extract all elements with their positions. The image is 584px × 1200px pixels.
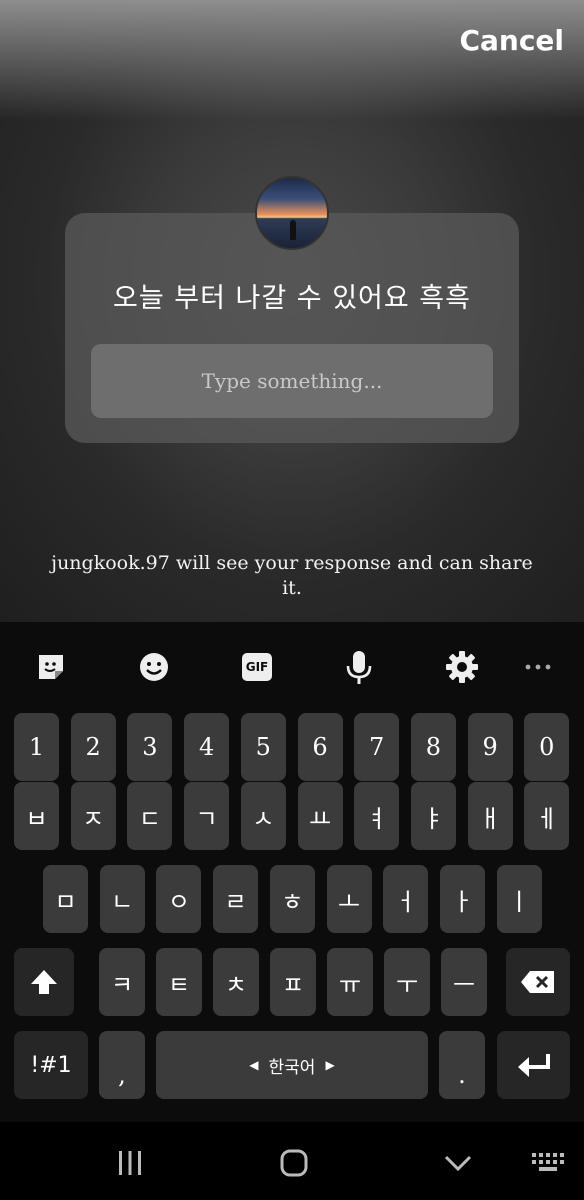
sticker-icon[interactable]	[30, 646, 72, 688]
number-key-7[interactable]: 8	[410, 713, 456, 781]
consonant-row3-key-5[interactable]: ㅜ	[384, 948, 430, 1016]
consonant-row1-key-9[interactable]: ㅔ	[524, 782, 570, 850]
enter-icon	[517, 1054, 550, 1077]
response-input[interactable]	[91, 344, 493, 418]
home-icon[interactable]	[274, 1143, 314, 1183]
consonant-row3-key-2[interactable]: ㅊ	[213, 948, 259, 1016]
backspace-icon	[521, 971, 554, 993]
consonant-row3-key-1[interactable]: ㅌ	[156, 948, 202, 1016]
gif-icon[interactable]: GIF	[236, 646, 278, 688]
consonant-row2-key-5[interactable]: ㅗ	[326, 865, 372, 933]
consonant-row1-key-6[interactable]: ㅕ	[354, 782, 400, 850]
settings-icon[interactable]	[441, 646, 483, 688]
consonant-row1-key-2[interactable]: ㄷ	[127, 782, 173, 850]
number-key-0[interactable]: 1	[14, 713, 59, 781]
number-key-3[interactable]: 4	[184, 713, 230, 781]
number-key-5[interactable]: 6	[297, 713, 343, 781]
number-key-1[interactable]: 2	[70, 713, 116, 781]
keyboard-toggle-icon[interactable]	[528, 1143, 568, 1183]
consonant-row2-key-7[interactable]: ㅏ	[439, 865, 485, 933]
shift-key[interactable]	[14, 948, 74, 1016]
number-key-4[interactable]: 5	[240, 713, 286, 781]
period-key[interactable]: .	[439, 1031, 485, 1099]
consonant-row3-key-0[interactable]: ㅋ	[99, 948, 145, 1016]
consonant-row3-key-3[interactable]: ㅍ	[270, 948, 316, 1016]
consonant-row2-key-8[interactable]: ㅣ	[496, 865, 542, 933]
avatar	[255, 176, 329, 250]
more-icon[interactable]	[517, 646, 559, 688]
cancel-button[interactable]: Cancel	[459, 24, 564, 57]
gif-label: GIF	[242, 653, 272, 681]
comma-key[interactable]: ,	[99, 1031, 145, 1099]
consonant-row2-key-0[interactable]: ㅁ	[43, 865, 88, 933]
microphone-icon[interactable]	[338, 646, 380, 688]
consonant-row2-key-2[interactable]: ㅇ	[156, 865, 202, 933]
consonant-row1-key-7[interactable]: ㅑ	[410, 782, 456, 850]
number-key-2[interactable]: 3	[127, 713, 173, 781]
consonant-row1-key-5[interactable]: ㅛ	[297, 782, 343, 850]
consonant-row2-key-3[interactable]: ㄹ	[213, 865, 259, 933]
number-key-6[interactable]: 7	[354, 713, 400, 781]
consonant-row1-key-4[interactable]: ㅅ	[240, 782, 286, 850]
consonant-row1-key-8[interactable]: ㅐ	[467, 782, 513, 850]
recent-apps-icon[interactable]	[112, 1143, 148, 1183]
number-key-8[interactable]: 9	[467, 713, 513, 781]
space-key[interactable]: ◀ 한국어 ▶	[156, 1031, 428, 1099]
consonant-row1-key-1[interactable]: ㅈ	[70, 782, 116, 850]
backspace-key[interactable]	[506, 948, 570, 1016]
consonant-row1-key-0[interactable]: ㅂ	[14, 782, 59, 850]
number-key-9[interactable]: 0	[524, 713, 570, 781]
shift-icon	[31, 970, 57, 994]
question-text: 오늘 부터 나갈 수 있어요 흑흑	[113, 283, 471, 314]
emoji-icon[interactable]	[133, 646, 175, 688]
consonant-row1-key-3[interactable]: ㄱ	[184, 782, 230, 850]
enter-key[interactable]	[497, 1031, 570, 1099]
consonant-row2-key-1[interactable]: ㄴ	[99, 865, 145, 933]
space-language-label: 한국어	[268, 1057, 316, 1078]
language-left-icon: ◀	[249, 1058, 259, 1072]
consonant-row2-key-6[interactable]: ㅓ	[383, 865, 429, 933]
symbols-key[interactable]: !#1	[14, 1031, 88, 1099]
language-right-icon: ▶	[325, 1058, 335, 1072]
consonant-row3-key-4[interactable]: ㅠ	[327, 948, 373, 1016]
consonant-row3-key-6[interactable]: ㅡ	[441, 948, 487, 1016]
consonant-row2-key-4[interactable]: ㅎ	[269, 865, 315, 933]
back-chevron-icon[interactable]	[440, 1143, 476, 1183]
share-notice: jungkook.97 will see your response and c…	[51, 552, 533, 599]
